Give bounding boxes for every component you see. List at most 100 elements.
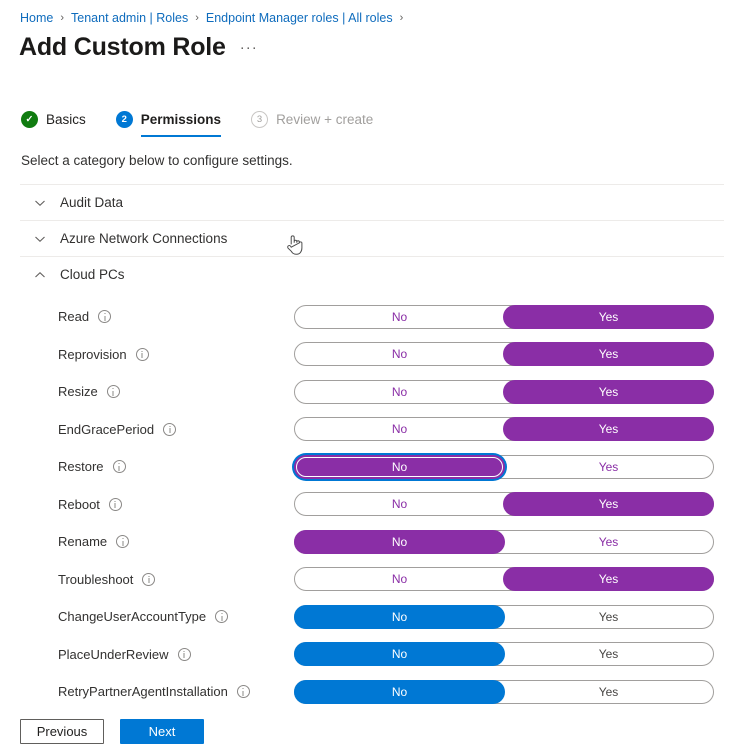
toggle-option-yes[interactable]: Yes [503,530,714,554]
permission-name: Troubleshoot [58,571,134,587]
wizard-step-review-create[interactable]: 3 Review + create [251,111,373,137]
permission-name: EndGracePeriod [58,421,155,437]
info-icon[interactable] [215,610,229,624]
breadcrumb-item-0[interactable]: Home [20,9,53,27]
toggle-option-yes[interactable]: Yes [503,379,714,404]
wizard-step-permissions[interactable]: 2 Permissions [115,111,222,137]
info-icon[interactable] [106,385,120,399]
permission-toggle[interactable]: No Yes [294,304,714,329]
toggle-option-no[interactable]: No [294,679,505,704]
toggle-option-no[interactable]: No [294,567,505,591]
permission-toggle[interactable]: No Yes [294,417,714,442]
permission-name: ChangeUserAccountType [58,609,207,625]
toggle-option-yes[interactable]: Yes [503,342,714,367]
info-icon[interactable] [163,422,177,436]
permission-name: Reprovision [58,346,127,362]
toggle-option-yes[interactable]: Yes [503,642,714,666]
permission-name: PlaceUnderReview [58,646,169,662]
permission-toggle[interactable]: No Yes [294,529,714,554]
permission-toggle[interactable]: No Yes [294,454,714,479]
page-subtitle: Select a category below to configure set… [21,153,293,168]
permission-row: EndGracePeriod No Yes [20,411,724,449]
toggle-option-no[interactable]: No [294,642,505,667]
permission-row: ChangeUserAccountType No Yes [20,598,724,636]
permission-name: Resize [58,384,98,400]
step-complete-check-icon: ✓ [21,111,38,128]
permission-toggle[interactable]: No Yes [294,567,714,592]
toggle-option-no[interactable]: No [294,454,505,479]
info-icon[interactable] [108,497,122,511]
step-number-badge: 3 [251,111,269,128]
breadcrumb-separator-icon: › [195,12,199,24]
permission-label-wrapper: Reprovision [58,346,149,363]
permission-toggle[interactable]: No Yes [294,492,714,517]
breadcrumb-separator-icon: › [399,12,404,24]
accordion-section: Cloud PCs Read No Yes Reprovision No Yes Resize… [20,256,724,715]
chevron-up-icon [34,269,46,281]
permission-row: Reboot No Yes [20,486,724,524]
permission-toggle[interactable]: No Yes [294,379,714,404]
permission-row: Restore No Yes [20,448,724,486]
info-icon[interactable] [236,685,250,699]
info-icon[interactable] [98,310,112,324]
toggle-option-yes[interactable]: Yes [503,417,714,442]
accordion-title: Azure Network Connections [60,230,228,246]
permission-label-wrapper: EndGracePeriod [58,421,177,438]
permission-name: Rename [58,534,108,550]
step-number-badge: 2 [115,111,133,128]
info-icon[interactable] [135,347,149,361]
permission-row: Reprovision No Yes [20,336,724,374]
info-icon[interactable] [177,647,191,661]
permission-row: RetryPartnerAgentInstallation No Yes [20,673,724,711]
wizard-step-label: Permissions [140,112,222,127]
wizard-footer: Previous Next [20,719,204,744]
next-button[interactable]: Next [120,719,204,744]
permission-toggle[interactable]: No Yes [294,642,714,667]
permission-name: Restore [58,459,104,475]
permission-label-wrapper: ChangeUserAccountType [58,608,229,625]
toggle-option-no[interactable]: No [294,417,505,441]
toggle-option-yes[interactable]: Yes [503,304,714,329]
accordion-header-cloud-pcs[interactable]: Cloud PCs [20,257,724,292]
toggle-option-no[interactable]: No [294,380,505,404]
accordion-title: Audit Data [60,194,124,210]
toggle-option-no[interactable]: No [294,342,505,366]
permission-label-wrapper: Resize [58,383,120,400]
toggle-option-no[interactable]: No [294,604,505,629]
permission-label-wrapper: Read [58,308,112,325]
wizard-step-basics[interactable]: ✓ Basics [21,111,86,137]
permission-row: Read No Yes [20,298,724,336]
permission-toggle[interactable]: No Yes [294,604,714,629]
toggle-option-yes[interactable]: Yes [503,492,714,517]
toggle-option-no[interactable]: No [294,529,505,554]
breadcrumb: Home › Tenant admin | Roles › Endpoint Manag… [20,9,410,27]
chevron-down-icon [34,233,46,245]
permission-row: Troubleshoot No Yes [20,561,724,599]
permission-row: Resize No Yes [20,373,724,411]
accordion-header-audit-data[interactable]: Audit Data [20,185,724,220]
accordion-header-azure-network-connections[interactable]: Azure Network Connections [20,221,724,256]
permission-toggle[interactable]: No Yes [294,342,714,367]
permission-label-wrapper: Rename [58,533,130,550]
info-icon[interactable] [142,572,156,586]
breadcrumb-item-1[interactable]: Tenant admin | Roles [71,9,188,27]
info-icon[interactable] [112,460,126,474]
permission-toggle[interactable]: No Yes [294,679,714,704]
previous-button[interactable]: Previous [20,719,104,744]
toggle-option-no[interactable]: No [294,492,505,516]
info-icon[interactable] [116,535,130,549]
toggle-option-yes[interactable]: Yes [503,680,714,704]
toggle-option-yes[interactable]: Yes [503,567,714,592]
toggle-option-yes[interactable]: Yes [503,605,714,629]
toggle-option-no[interactable]: No [294,305,505,329]
breadcrumb-item-2[interactable]: Endpoint Manager roles | All roles [206,9,393,27]
add-custom-role-page: Home › Tenant admin | Roles › Endpoint Manag… [0,0,744,750]
more-options-button[interactable]: ··· [240,40,258,55]
permission-label-wrapper: Restore [58,458,126,475]
page-title-row: Add Custom Role ··· [19,31,258,63]
permission-label-wrapper: RetryPartnerAgentInstallation [58,683,250,700]
toggle-option-yes[interactable]: Yes [503,455,714,479]
permission-name: Reboot [58,496,100,512]
permission-label-wrapper: PlaceUnderReview [58,646,191,663]
permissions-accordion: Audit Data Azure Network Connections Cloud… [20,184,724,715]
